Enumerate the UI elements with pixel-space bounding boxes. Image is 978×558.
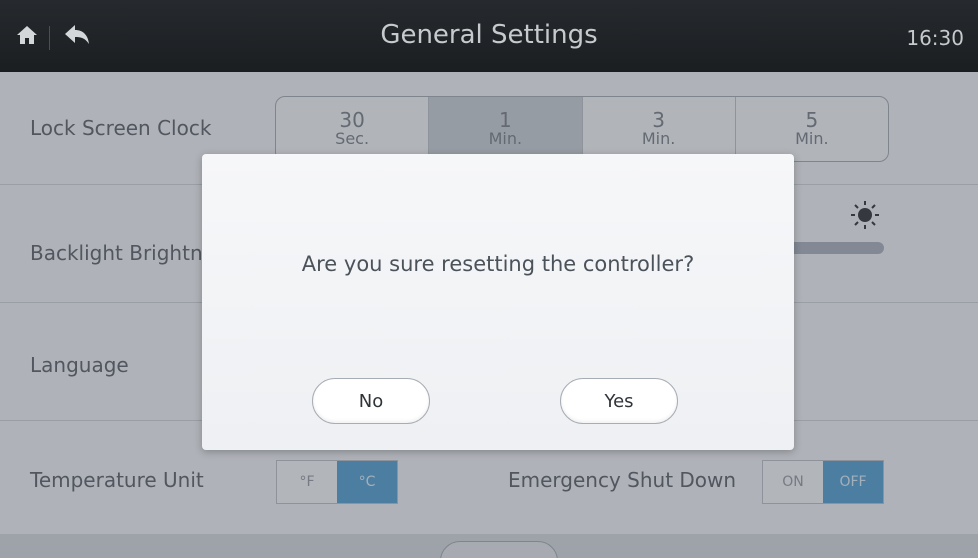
page-title: General Settings [380,20,598,50]
header-bar: General Settings 16:30 [0,0,978,72]
yes-button[interactable]: Yes [560,378,678,424]
clock: 16:30 [906,26,964,50]
screen: General Settings 16:30 Lock Screen Clock… [0,0,978,558]
dialog-message: Are you sure resetting the controller? [301,252,695,276]
no-button[interactable]: No [312,378,430,424]
reset-confirmation-dialog: Are you sure resetting the controller? N… [202,154,794,450]
